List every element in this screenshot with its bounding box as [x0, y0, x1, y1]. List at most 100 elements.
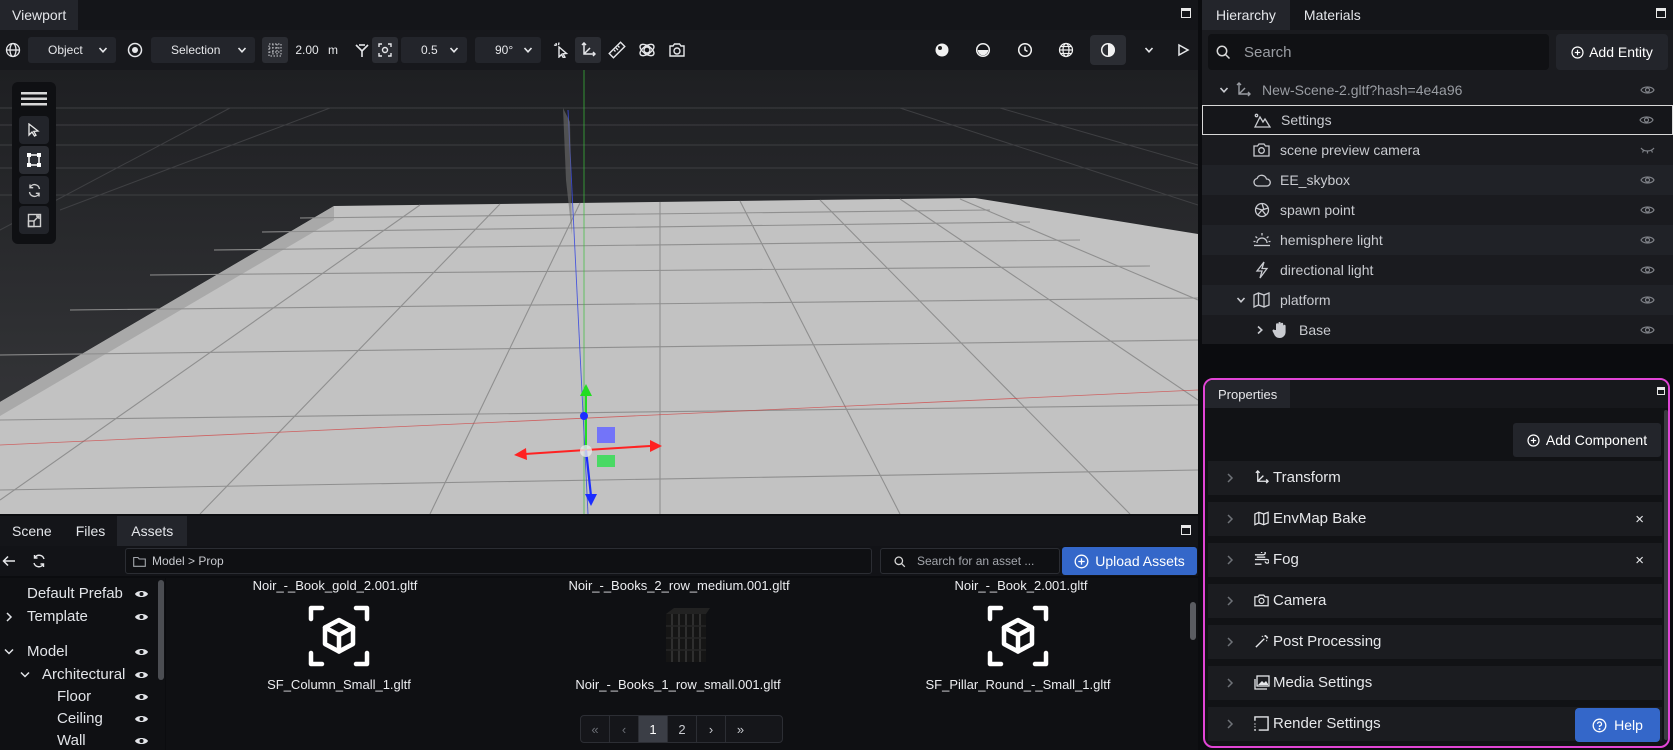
asset-grid-scrollbar[interactable]	[1190, 602, 1196, 640]
hierarchy-item-settings[interactable]: Settings	[1202, 105, 1673, 135]
tree-item-architectural[interactable]: Architectural	[42, 663, 125, 685]
shading-unlit-icon[interactable]	[970, 37, 996, 63]
page-2-button[interactable]: 2	[668, 716, 697, 742]
hierarchy-item-camera[interactable]: scene preview camera	[1202, 135, 1673, 165]
drag-handle-icon[interactable]	[21, 92, 47, 106]
shading-lit-icon[interactable]	[1012, 37, 1038, 63]
hierarchy-search-input[interactable]: Search	[1208, 34, 1549, 70]
chevron-down-icon[interactable]	[20, 671, 30, 679]
asset-card-label[interactable]: Noir_-_Books_2_row_medium.001.gltf	[509, 578, 849, 593]
grid-snap-input[interactable]: 2.00	[290, 37, 324, 63]
translation-snap-select[interactable]: 0.5	[401, 37, 467, 63]
shading-solid-icon[interactable]	[929, 37, 955, 63]
eye-icon[interactable]	[134, 669, 149, 681]
eye-icon[interactable]	[1640, 83, 1655, 97]
tool-scale[interactable]	[19, 206, 49, 234]
select-cursor-icon[interactable]	[548, 37, 574, 63]
eye-icon[interactable]	[1640, 263, 1655, 277]
eye-icon[interactable]	[134, 646, 149, 658]
tool-translate[interactable]	[19, 146, 49, 174]
model-cube-icon[interactable]	[308, 605, 370, 667]
chevron-right-icon[interactable]	[5, 612, 13, 622]
orbit-icon[interactable]	[634, 37, 660, 63]
next-page-button[interactable]: ›	[697, 716, 726, 742]
tab-hierarchy[interactable]: Hierarchy	[1202, 0, 1290, 30]
chevron-down-icon[interactable]	[1236, 295, 1246, 305]
tab-viewport[interactable]: Viewport	[0, 0, 79, 30]
grid-snap-icon[interactable]	[262, 37, 288, 63]
pivot-mode-select[interactable]: Selection	[151, 37, 255, 63]
snap-target-icon[interactable]	[372, 37, 398, 63]
properties-scrollbar[interactable]	[1664, 410, 1668, 740]
eye-icon[interactable]	[134, 611, 149, 623]
component-media-settings[interactable]: Media Settings	[1208, 666, 1662, 700]
screenshot-camera-icon[interactable]	[664, 37, 690, 63]
add-component-button[interactable]: Add Component	[1513, 423, 1661, 457]
shading-dropdown-chevron-icon[interactable]	[1136, 37, 1162, 63]
model-cube-icon[interactable]	[987, 605, 1049, 667]
asset-card-label[interactable]: Noir_-_Book_2.001.gltf	[851, 578, 1191, 593]
eye-icon[interactable]	[1639, 113, 1654, 127]
refresh-icon[interactable]	[32, 554, 46, 568]
bottom-maximize-icon[interactable]	[1181, 525, 1191, 535]
hierarchy-item-base[interactable]: Base	[1202, 315, 1673, 345]
eye-icon[interactable]	[1640, 233, 1655, 247]
transform-icon[interactable]	[575, 37, 601, 63]
asset-path-breadcrumb[interactable]: Model > Prop	[125, 548, 872, 574]
asset-search-input[interactable]: Search for an asset ...	[880, 548, 1060, 574]
viewport-maximize-icon[interactable]	[1181, 8, 1191, 18]
tree-item-ceiling[interactable]: Ceiling	[57, 707, 103, 729]
chevron-down-icon[interactable]	[1219, 85, 1229, 95]
asset-card-label[interactable]: SF_Column_Small_1.gltf	[169, 677, 509, 692]
tree-item-wall[interactable]: Wall	[57, 729, 86, 750]
component-camera[interactable]: Camera	[1208, 584, 1662, 618]
hierarchy-item-directional-light[interactable]: directional light	[1202, 255, 1673, 285]
shading-contrast-icon[interactable]	[1090, 35, 1126, 65]
ruler-icon[interactable]	[604, 37, 630, 63]
first-page-button[interactable]: «	[581, 716, 610, 742]
chevron-right-icon[interactable]	[1226, 719, 1234, 729]
tab-materials[interactable]: Materials	[1290, 0, 1375, 30]
hierarchy-item-hemisphere-light[interactable]: hemisphere light	[1202, 225, 1673, 255]
hierarchy-item-scene-root[interactable]: New-Scene-2.gltf?hash=4e4a96	[1202, 75, 1673, 105]
eye-icon[interactable]	[1640, 203, 1655, 217]
hierarchy-maximize-icon[interactable]	[1656, 8, 1666, 18]
prev-page-button[interactable]: ‹	[610, 716, 639, 742]
hierarchy-item-skybox[interactable]: EE_skybox	[1202, 165, 1673, 195]
tree-item-template[interactable]: Template	[27, 605, 88, 627]
tab-properties[interactable]: Properties	[1205, 380, 1291, 408]
eye-icon[interactable]	[134, 735, 149, 747]
chevron-right-icon[interactable]	[1226, 473, 1234, 483]
eye-icon[interactable]	[1640, 323, 1655, 337]
books-thumbnail-icon[interactable]	[662, 608, 710, 664]
upload-assets-button[interactable]: Upload Assets	[1062, 547, 1197, 575]
eye-icon[interactable]	[134, 691, 149, 703]
eye-icon[interactable]	[1640, 293, 1655, 307]
eye-icon[interactable]	[134, 713, 149, 725]
remove-component-close-icon[interactable]: ×	[1635, 552, 1644, 569]
remove-component-close-icon[interactable]: ×	[1635, 511, 1644, 528]
eye-icon[interactable]	[134, 588, 149, 600]
globe-icon[interactable]	[0, 37, 26, 63]
tree-item-floor[interactable]: Floor	[57, 685, 91, 707]
tab-files[interactable]: Files	[64, 516, 118, 546]
properties-maximize-icon[interactable]	[1657, 387, 1665, 395]
hierarchy-item-spawn-point[interactable]: spawn point	[1202, 195, 1673, 225]
tree-item-default-prefab[interactable]: Default Prefab	[27, 582, 123, 604]
tool-rotate[interactable]	[19, 176, 49, 204]
last-page-button[interactable]: »	[726, 716, 755, 742]
add-entity-button[interactable]: Add Entity	[1556, 34, 1668, 70]
asset-card-label[interactable]: Noir_-_Books_1_row_small.001.gltf	[508, 677, 848, 692]
play-icon[interactable]	[1170, 37, 1196, 63]
chevron-right-icon[interactable]	[1226, 596, 1234, 606]
help-button[interactable]: Help	[1575, 708, 1660, 742]
tab-assets[interactable]: Assets	[117, 516, 188, 546]
eye-icon[interactable]	[1640, 173, 1655, 187]
component-post-processing[interactable]: Post Processing	[1208, 625, 1662, 659]
chevron-down-icon[interactable]	[4, 648, 14, 656]
back-arrow-icon[interactable]	[2, 555, 16, 567]
chevron-right-icon[interactable]	[1226, 555, 1234, 565]
transform-space-select[interactable]: Object	[28, 37, 116, 63]
component-envmap-bake[interactable]: EnvMap Bake ×	[1208, 502, 1662, 536]
chevron-right-icon[interactable]	[1255, 325, 1265, 335]
